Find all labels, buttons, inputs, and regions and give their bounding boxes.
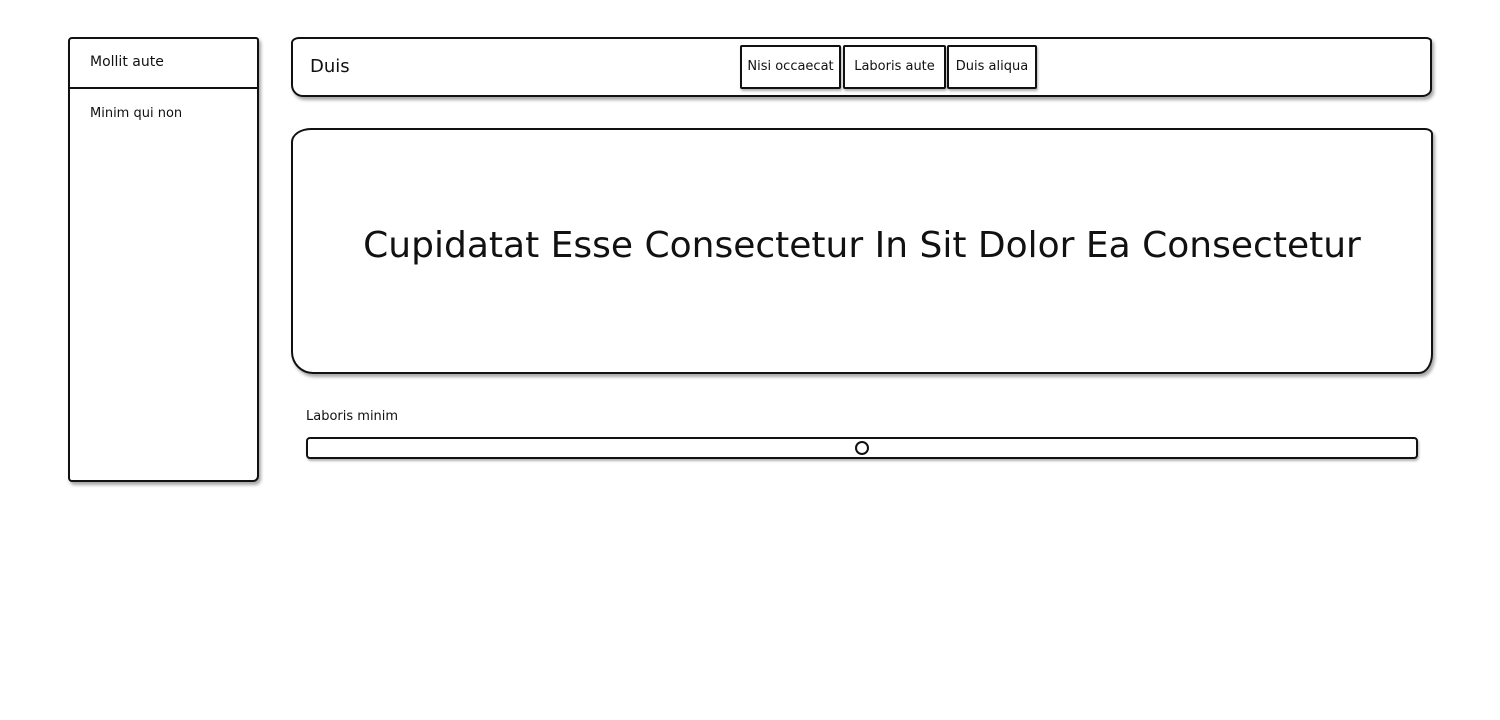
tab-duis-aliqua[interactable]: Duis aliqua	[947, 45, 1037, 89]
tab-nisi-occaecat[interactable]: Nisi occaecat	[740, 45, 841, 89]
slider-track[interactable]	[306, 437, 1418, 459]
hero-heading: Cupidatat Esse Consectetur In Sit Dolor …	[363, 225, 1361, 266]
hero-panel: Cupidatat Esse Consectetur In Sit Dolor …	[291, 128, 1433, 374]
tab-laboris-aute[interactable]: Laboris aute	[843, 45, 946, 89]
header-bar: Duis Nisi occaecat Laboris aute Duis ali…	[291, 37, 1432, 97]
header-title: Duis	[310, 56, 350, 77]
sidebar-divider	[70, 87, 257, 89]
sidebar-item-minim-qui-non[interactable]: Minim qui non	[70, 105, 257, 123]
sidebar: Mollit aute Minim qui non	[68, 37, 259, 482]
slider-label: Laboris minim	[306, 409, 399, 424]
slider-thumb[interactable]	[855, 441, 869, 455]
sidebar-item-mollit-aute[interactable]: Mollit aute	[70, 53, 257, 71]
